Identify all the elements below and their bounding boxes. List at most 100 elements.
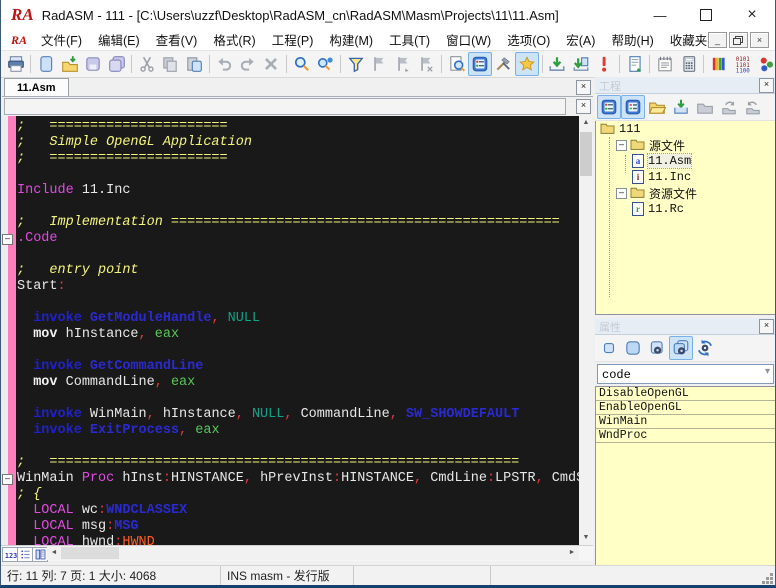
build-all-button[interactable]	[569, 52, 592, 76]
run-button[interactable]	[593, 52, 616, 76]
sync-in-button[interactable]	[717, 95, 741, 119]
mdi-restore-icon[interactable]	[729, 32, 748, 48]
procs-doc-button[interactable]	[645, 336, 669, 360]
open-folder-button[interactable]	[645, 95, 669, 119]
save-button[interactable]	[81, 52, 104, 76]
menu-item-9[interactable]: 选项(O)	[499, 34, 558, 48]
command-combobox[interactable]	[4, 98, 566, 115]
bookmark-toggle-button[interactable]	[367, 52, 390, 76]
vertical-scroll-thumb[interactable]	[580, 132, 592, 176]
menu-item-6[interactable]: 构建(M)	[321, 34, 381, 48]
code-area[interactable]: ; ======================; Simple OpenGL …	[17, 119, 579, 545]
chevron-down-icon[interactable]: ▾	[765, 366, 770, 377]
tree-item-11-asm[interactable]: a 11.Asm	[596, 153, 775, 169]
tree-item-111[interactable]: 111	[596, 121, 775, 137]
scroll-right-icon[interactable]: ►	[565, 546, 579, 560]
menu-item-4[interactable]: 格式(R)	[205, 34, 263, 48]
filter-button[interactable]	[344, 52, 367, 76]
tree-item-11-inc[interactable]: i 11.Inc	[596, 169, 775, 185]
scroll-left-icon[interactable]: ◄	[47, 546, 61, 560]
copy-button[interactable]	[159, 52, 182, 76]
maximize-icon[interactable]	[683, 0, 729, 30]
project-panel-close-button[interactable]: ×	[759, 78, 774, 93]
view-list-button[interactable]	[597, 95, 621, 119]
bookmarks-list-button[interactable]	[17, 547, 33, 562]
redo-button[interactable]	[236, 52, 259, 76]
paste-button[interactable]	[182, 52, 205, 76]
minimize-icon[interactable]: —	[637, 0, 683, 30]
code-line: LOCAL msg:MSG	[17, 519, 579, 535]
tree-item--[interactable]: – 资源文件	[596, 185, 775, 202]
refresh-button[interactable]	[693, 336, 717, 360]
menu-item-11[interactable]: 帮助(H)	[603, 34, 661, 48]
tools-button[interactable]	[492, 52, 515, 76]
mdi-minimize-icon[interactable]: _	[708, 32, 727, 48]
delete-button[interactable]	[260, 52, 283, 76]
print-button[interactable]	[4, 52, 27, 76]
new-button[interactable]	[34, 52, 57, 76]
fold-minus-icon[interactable]: –	[2, 474, 13, 485]
tree-item--[interactable]: – 源文件	[596, 137, 775, 154]
procedure-list-item[interactable]: EnableOpenGL	[596, 401, 775, 415]
menu-item-8[interactable]: 窗口(W)	[438, 34, 499, 48]
fold-minus-icon[interactable]: –	[2, 234, 13, 245]
ascii-table-button[interactable]: 0101 1101 1100	[731, 52, 754, 76]
menu-item-3[interactable]: 查看(V)	[148, 34, 206, 48]
addin-manager-button[interactable]	[515, 52, 539, 76]
toolbar-separator	[619, 55, 620, 73]
command-bar-close-button[interactable]: ×	[576, 99, 591, 114]
cut-button[interactable]	[135, 52, 158, 76]
calculator-button[interactable]	[677, 52, 700, 76]
vertical-scrollbar[interactable]: ▲ ▼	[579, 116, 593, 545]
procedure-list-item[interactable]: DisableOpenGL	[596, 387, 775, 401]
color-picker-button[interactable]	[754, 52, 775, 76]
properties-panel-close-button[interactable]: ×	[759, 319, 774, 334]
find-in-files-button[interactable]	[445, 52, 468, 76]
scroll-up-icon[interactable]: ▲	[579, 116, 593, 130]
find-button[interactable]	[290, 52, 313, 76]
scroll-down-icon[interactable]: ▼	[579, 531, 593, 545]
undo-button[interactable]	[213, 52, 236, 76]
tab-close-button[interactable]: ×	[576, 80, 591, 95]
add-file-button[interactable]	[669, 95, 693, 119]
procs-all-button[interactable]	[669, 336, 693, 360]
resize-grip-icon[interactable]	[770, 581, 773, 584]
save-all-button[interactable]	[105, 52, 128, 76]
tree-collapse-icon[interactable]: –	[616, 139, 627, 151]
view-details-button[interactable]	[621, 95, 645, 119]
bookmark-clear-button[interactable]	[414, 52, 437, 76]
template-button[interactable]	[623, 52, 646, 76]
palette-button[interactable]	[707, 52, 730, 76]
outline-button[interactable]	[32, 547, 48, 562]
procedure-list-item[interactable]: WndProc	[596, 429, 775, 443]
section-combobox[interactable]: code ▾	[597, 364, 774, 384]
build-button[interactable]	[546, 52, 569, 76]
horizontal-scroll-thumb[interactable]	[61, 547, 119, 559]
horizontal-scrollbar[interactable]: ◄ ►	[47, 546, 579, 560]
menu-item-5[interactable]: 工程(P)	[264, 34, 322, 48]
tab-11asm[interactable]: 11.Asm	[4, 78, 69, 96]
close-icon[interactable]: ×	[729, 0, 775, 30]
menu-item-10[interactable]: 宏(A)	[558, 34, 603, 48]
mdi-close-icon[interactable]: ×	[750, 32, 769, 48]
replace-button[interactable]	[314, 52, 337, 76]
bookmark-next-button[interactable]	[391, 52, 414, 76]
open-button[interactable]	[58, 52, 81, 76]
item-small-button[interactable]	[597, 336, 621, 360]
line-numbers-button[interactable]: 123	[2, 547, 18, 562]
tree-item-11-rc[interactable]: r 11.Rc	[596, 201, 775, 217]
item-large-button[interactable]	[621, 336, 645, 360]
menu-item-2[interactable]: 编辑(E)	[90, 34, 148, 48]
menu-item-1[interactable]: 文件(F)	[33, 34, 90, 48]
sync-out-button[interactable]	[741, 95, 765, 119]
procedure-list-item[interactable]: WinMain	[596, 415, 775, 429]
code-editor[interactable]: ; ======================; Simple OpenGL …	[1, 116, 593, 545]
notes-button[interactable]	[653, 52, 676, 76]
menu-item-7[interactable]: 工具(T)	[381, 34, 438, 48]
code-token: NULL	[243, 407, 285, 422]
project-options-button[interactable]	[468, 52, 492, 76]
new-folder-button[interactable]	[693, 95, 717, 119]
tree-collapse-icon[interactable]: –	[616, 187, 627, 199]
calculator-icon	[683, 56, 695, 72]
